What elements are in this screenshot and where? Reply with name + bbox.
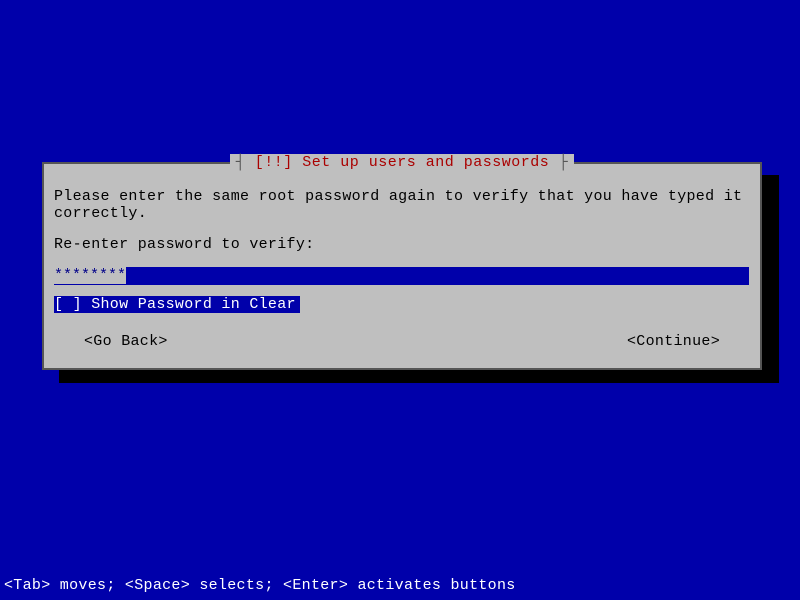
password-input[interactable]: ********: [54, 267, 749, 285]
setup-users-dialog: ┤ [!!] Set up users and passwords ├ Plea…: [42, 162, 762, 370]
dialog-title: ┤ [!!] Set up users and passwords ├: [230, 154, 575, 171]
footer-hint: <Tab> moves; <Space> selects; <Enter> ac…: [4, 577, 516, 594]
go-back-button[interactable]: <Go Back>: [84, 333, 168, 350]
instruction-text: Please enter the same root password agai…: [54, 188, 750, 222]
prompt-text: Re-enter password to verify:: [54, 236, 750, 253]
show-password-checkbox[interactable]: [ ] Show Password in Clear: [54, 296, 300, 313]
continue-button[interactable]: <Continue>: [627, 333, 720, 350]
